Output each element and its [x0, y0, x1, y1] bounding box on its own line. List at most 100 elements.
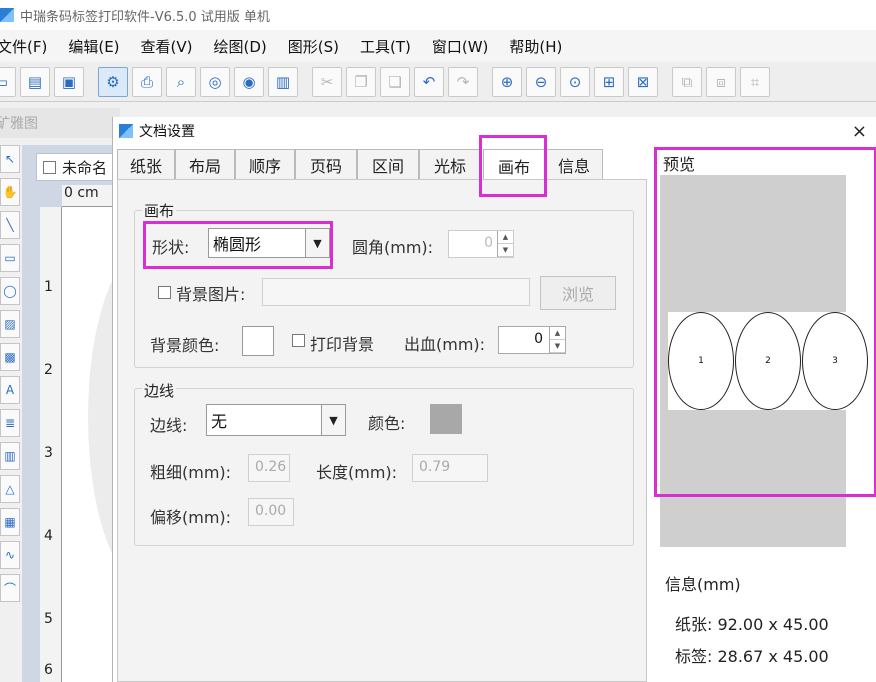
background-color-swatch[interactable] [242, 326, 274, 356]
document-tab-label[interactable]: 矿雅图 [0, 113, 38, 133]
print-background-label: 打印背景 [310, 335, 375, 354]
pointer-icon[interactable]: ↖ [0, 145, 20, 173]
text-tool-icon[interactable]: A [0, 376, 20, 404]
document-settings-dialog: 文档设置 × 纸张 布局 顺序 页码 区间 光标 画布 信息 画布 形状: 椭圆… [112, 117, 876, 682]
tab-layout[interactable]: 布局 [175, 149, 235, 179]
menu-view[interactable]: 查看(V) [141, 36, 193, 57]
tab-cursor[interactable]: 光标 [419, 149, 481, 179]
table-tool-icon[interactable]: ▦ [0, 508, 20, 536]
cut-icon[interactable]: ✂ [312, 66, 342, 97]
zoom-in-icon[interactable]: ⊕ [492, 66, 522, 97]
barcode-icon[interactable]: ▥ [268, 66, 298, 97]
zoom-actual-icon[interactable]: ⊞ [594, 66, 624, 97]
document-tabbar: 矿雅图 [0, 108, 120, 138]
ruler-number: 6 [44, 662, 53, 678]
canvas-group-title: 画布 [142, 200, 177, 221]
tab-paper[interactable]: 纸张 [117, 149, 175, 179]
info-paper-size: 纸张: 92.00 x 45.00 [675, 615, 829, 634]
rectangle-tool-icon[interactable]: ▭ [0, 244, 20, 272]
group-icon[interactable]: ⧉ [672, 66, 702, 97]
menu-window[interactable]: 窗口(W) [432, 36, 489, 57]
redo-icon[interactable]: ↷ [448, 66, 478, 97]
canvas-tab-label: 未命名 [62, 158, 108, 177]
bleed-value: 0 [534, 331, 543, 347]
left-toolbox: ↖ ✋ ╲ ▭ ◯ ▨ ▩ A ≣ ▥ △ ▦ ∿ ⌒ [0, 145, 22, 682]
menu-draw[interactable]: 绘图(D) [214, 36, 267, 57]
save-icon[interactable]: ▣ [54, 66, 84, 97]
background-image-checkbox[interactable] [158, 286, 171, 299]
ungroup-icon[interactable]: ⧈ [706, 66, 736, 97]
ruler-number: 1 [44, 279, 53, 295]
barcode-tool-icon[interactable]: ▥ [0, 442, 20, 470]
menu-shape[interactable]: 图形(S) [288, 36, 339, 57]
length-field[interactable]: 0.79 [412, 454, 488, 482]
print-preview-icon[interactable]: ⌕ [166, 66, 196, 97]
ellipse-tool-icon[interactable]: ◯ [0, 277, 20, 305]
open-folder-icon[interactable]: ▤ [20, 66, 50, 97]
pan-icon[interactable]: ✋ [0, 178, 20, 206]
tab-range[interactable]: 区间 [357, 149, 419, 179]
zoom-fit-icon[interactable]: ⊙ [560, 66, 590, 97]
dialog-logo-icon [119, 124, 133, 138]
border-color-swatch[interactable] [430, 404, 462, 434]
corner-radius-stepper[interactable]: 0 ▲ ▼ [448, 230, 514, 258]
settings-icon[interactable]: ⚙ [98, 66, 128, 97]
background-color-label: 背景颜色: [150, 336, 220, 355]
corner-radius-label: 圆角(mm): [352, 238, 434, 257]
print-icon[interactable]: ⎙ [132, 66, 162, 97]
fit-page-icon[interactable]: ⊠ [628, 66, 658, 97]
bleed-spin-buttons[interactable]: ▲ ▼ [549, 327, 565, 353]
picture-tool-icon[interactable]: ▩ [0, 343, 20, 371]
tab-order[interactable]: 顺序 [235, 149, 295, 179]
main-toolbar: ▭ ▤ ▣ ⚙ ⎙ ⌕ ◎ ◉ ▥ ✂ ❐ ❏ ↶ ↷ ⊕ ⊖ ⊙ ⊞ ⊠ ⧉ … [0, 62, 876, 102]
menu-tools[interactable]: 工具(T) [360, 36, 411, 57]
tab-page-number[interactable]: 页码 [295, 149, 357, 179]
thickness-label: 粗细(mm): [150, 463, 232, 482]
offset-field[interactable]: 0.00 [248, 498, 294, 526]
new-file-icon[interactable]: ▭ [0, 66, 16, 97]
undo-icon[interactable]: ↶ [414, 66, 444, 97]
border-select-value: 无 [211, 412, 228, 431]
canvas-tab-checkbox[interactable] [43, 160, 56, 174]
chevron-down-icon[interactable]: ▼ [321, 405, 345, 435]
border-select[interactable]: 无 ▼ [206, 404, 346, 436]
close-icon[interactable]: × [852, 121, 867, 142]
align-icon[interactable]: ⌗ [740, 66, 770, 97]
menubar: 文件(F) 编辑(E) 查看(V) 绘图(D) 图形(S) 工具(T) 窗口(W… [0, 30, 876, 62]
length-label: 长度(mm): [316, 463, 398, 482]
corner-radius-spin-buttons[interactable]: ▲ ▼ [497, 231, 513, 257]
copy-icon[interactable]: ❐ [346, 66, 376, 97]
app-title: 中瑞条码标签打印软件-V6.5.0 试用版 单机 [20, 9, 270, 25]
menu-help[interactable]: 帮助(H) [509, 36, 562, 57]
highlight-preview [654, 147, 876, 497]
canvas-document-tab[interactable]: 未命名 [36, 153, 122, 181]
design-canvas: 未命名 0 cm 1 2 3 4 5 6 [22, 145, 122, 682]
line-tool-icon[interactable]: ╲ [0, 211, 20, 239]
bleed-stepper[interactable]: 0 ▲ ▼ [498, 326, 566, 354]
menu-file[interactable]: 文件(F) [0, 36, 47, 57]
menu-edit[interactable]: 编辑(E) [68, 36, 119, 57]
ruler-number: 2 [44, 362, 53, 378]
triangle-tool-icon[interactable]: △ [0, 475, 20, 503]
database-icon[interactable]: ◎ [200, 66, 230, 97]
border-group-title: 边线 [142, 380, 177, 401]
print-background-checkbox[interactable] [292, 334, 305, 347]
richtext-tool-icon[interactable]: ≣ [0, 409, 20, 437]
app-titlebar: 中瑞条码标签打印软件-V6.5.0 试用版 单机 [0, 0, 876, 30]
background-image-label: 背景图片: [176, 285, 246, 304]
arc-tool-icon[interactable]: ⌒ [0, 574, 20, 602]
zoom-out-icon[interactable]: ⊖ [526, 66, 556, 97]
thickness-field[interactable]: 0.26 [248, 454, 290, 482]
dialog-title: 文档设置 [139, 124, 195, 140]
curve-tool-icon[interactable]: ∿ [0, 541, 20, 569]
border-color-label: 颜色: [368, 414, 406, 433]
tab-info[interactable]: 信息 [545, 149, 603, 179]
database-settings-icon[interactable]: ◉ [234, 66, 264, 97]
paste-icon[interactable]: ❏ [380, 66, 410, 97]
browse-button[interactable]: 浏览 [540, 276, 616, 310]
background-image-path-field[interactable] [262, 278, 530, 306]
highlight-canvas-tab [479, 135, 547, 197]
ruler-left: 1 2 3 4 5 6 [40, 207, 62, 682]
image-tool-icon[interactable]: ▨ [0, 310, 20, 338]
corner-radius-value: 0 [484, 235, 493, 251]
